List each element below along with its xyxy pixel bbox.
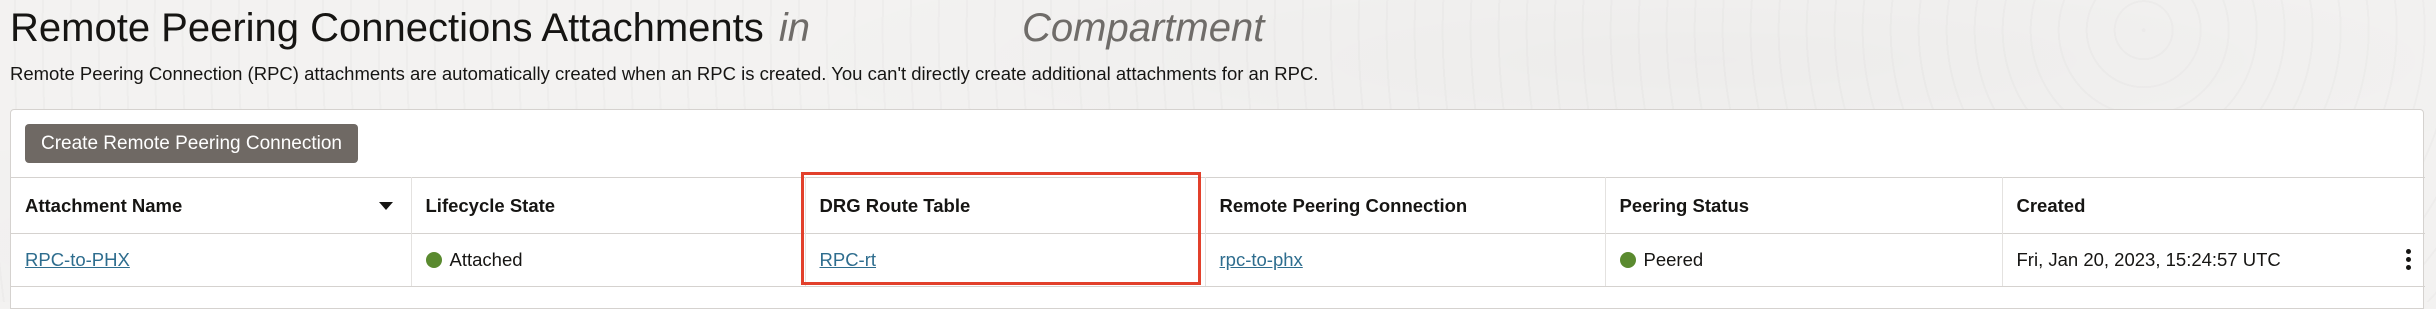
table-row: RPC-to-PHX Attached RPC-rt rpc-to-phx Pe… (11, 233, 2425, 287)
column-header-lifecycle-state: Lifecycle State (411, 177, 806, 234)
page-title: Remote Peering Connections Attachments i… (10, 2, 1264, 54)
page-title-in: in (778, 6, 811, 50)
column-header-remote-peering-connection: Remote Peering Connection (1205, 177, 1606, 234)
page-description: Remote Peering Connection (RPC) attachme… (10, 63, 1319, 84)
page-title-text: Remote Peering Connections Attachments (10, 6, 764, 50)
create-rpc-button[interactable]: Create Remote Peering Connection (25, 124, 359, 163)
column-header-label: Remote Peering Connection (1219, 194, 1468, 216)
column-header-label: DRG Route Table (819, 194, 971, 216)
peering-status-text: Peered (1643, 249, 1704, 270)
lifecycle-state-text: Attached (449, 249, 523, 270)
cell-remote-peering-connection: rpc-to-phx (1205, 233, 1606, 287)
column-header-created: Created (2002, 177, 2425, 234)
column-header-label: Lifecycle State (425, 194, 556, 216)
cell-drg-route-table: RPC-rt (805, 233, 1206, 287)
attachment-name-link[interactable]: RPC-to-PHX (25, 249, 130, 270)
cell-attachment-name: RPC-to-PHX (11, 233, 412, 287)
column-header-label: Peering Status (1619, 194, 1750, 216)
page-title-compartment: Compartment (1022, 6, 1265, 50)
created-text: Fri, Jan 20, 2023, 15:24:57 UTC (2016, 249, 2281, 270)
column-header-label: Created (2016, 194, 2086, 216)
attachments-table: Attachment Name Lifecycle State DRG Rout… (11, 177, 2425, 287)
cell-created: Fri, Jan 20, 2023, 15:24:57 UTC (2002, 233, 2425, 287)
cell-lifecycle-state: Attached (411, 233, 806, 287)
chevron-down-icon[interactable] (378, 202, 393, 210)
status-dot-icon (1619, 252, 1636, 268)
column-header-drg-route-table: DRG Route Table (805, 177, 1206, 234)
column-header-attachment-name[interactable]: Attachment Name (11, 177, 412, 234)
status-dot-icon (425, 252, 442, 268)
attachments-panel: Create Remote Peering Connection Attachm… (10, 109, 2425, 309)
kebab-menu-icon[interactable] (2405, 249, 2411, 271)
table-header-row: Attachment Name Lifecycle State DRG Rout… (11, 177, 2425, 234)
column-header-label: Attachment Name (25, 194, 183, 216)
cell-peering-status: Peered (1605, 233, 2003, 287)
remote-peering-connection-link[interactable]: rpc-to-phx (1220, 249, 1303, 270)
drg-route-table-link[interactable]: RPC-rt (820, 249, 877, 270)
column-header-peering-status: Peering Status (1605, 177, 2003, 234)
